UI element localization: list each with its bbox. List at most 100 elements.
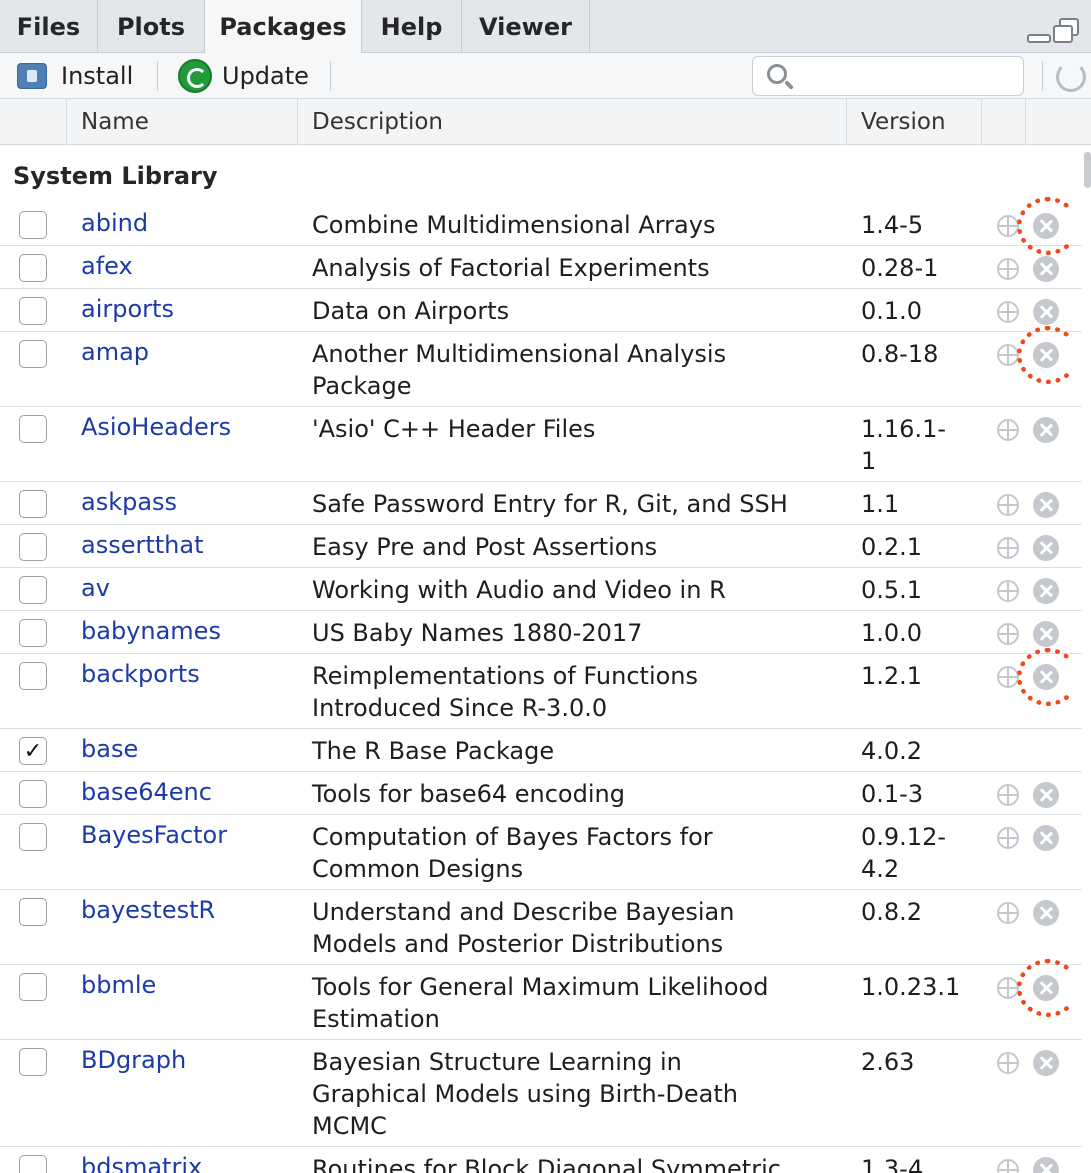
globe-icon[interactable] (997, 784, 1019, 806)
package-name-link[interactable]: bayestestR (81, 896, 215, 924)
remove-package-icon[interactable] (1033, 621, 1059, 647)
tab-files[interactable]: Files (0, 0, 98, 53)
package-version: 4.0.2 (861, 735, 981, 767)
tab-help[interactable]: Help (362, 0, 462, 53)
description-line: Easy Pre and Post Assertions (312, 533, 658, 561)
package-name-link[interactable]: BayesFactor (81, 821, 227, 849)
remove-package-icon[interactable] (1033, 256, 1059, 282)
highlight-annotation-circle (1017, 959, 1079, 1017)
description-line: Computation of Bayes Factors for (312, 823, 713, 851)
package-name-link[interactable]: abind (81, 209, 148, 237)
package-load-checkbox[interactable] (19, 533, 47, 561)
version-line: 0.1-3 (861, 780, 924, 808)
package-name-link[interactable]: babynames (81, 617, 221, 645)
remove-package-icon[interactable] (1033, 1157, 1059, 1173)
package-name-link[interactable]: bbmle (81, 971, 156, 999)
update-button[interactable]: Update (178, 53, 309, 99)
package-load-checkbox[interactable] (19, 1048, 47, 1076)
remove-package-icon[interactable] (1033, 299, 1059, 325)
globe-icon[interactable] (997, 537, 1019, 559)
globe-icon[interactable] (997, 977, 1019, 999)
tab-label: Files (16, 12, 81, 41)
package-name-link[interactable]: amap (81, 338, 149, 366)
remove-package-icon[interactable] (1033, 1050, 1059, 1076)
minimize-pane-icon[interactable] (1027, 34, 1051, 43)
version-line: 1.0.23.1 (861, 973, 961, 1001)
package-version: 1.16.1- 1 (861, 413, 981, 477)
remove-package-icon[interactable] (1033, 782, 1059, 808)
package-load-checkbox[interactable] (19, 823, 47, 851)
header-web-column (982, 99, 1026, 145)
package-load-checkbox[interactable]: ✓ (19, 737, 47, 765)
globe-icon[interactable] (997, 301, 1019, 323)
package-load-checkbox[interactable] (19, 211, 47, 239)
globe-icon[interactable] (997, 215, 1019, 237)
package-name-link[interactable]: BDgraph (81, 1046, 186, 1074)
description-line: Combine Multidimensional Arrays (312, 211, 716, 239)
package-load-checkbox[interactable] (19, 415, 47, 443)
package-name-link[interactable]: base (81, 735, 138, 763)
remove-package-icon[interactable] (1033, 900, 1059, 926)
remove-package-icon[interactable] (1033, 535, 1059, 561)
globe-icon[interactable] (997, 344, 1019, 366)
package-description: Bayesian Structure Learning in Graphical … (312, 1046, 832, 1142)
install-button[interactable]: Install (17, 53, 133, 99)
package-name-link[interactable]: airports (81, 295, 174, 323)
package-name-link[interactable]: base64enc (81, 778, 212, 806)
package-load-checkbox[interactable] (19, 662, 47, 690)
table-row: babynames US Baby Names 1880-2017 1.0.0 (0, 611, 1082, 654)
remove-package-icon[interactable] (1033, 417, 1059, 443)
tab-plots[interactable]: Plots (98, 0, 205, 53)
package-load-checkbox[interactable] (19, 898, 47, 926)
package-name-link[interactable]: AsioHeaders (81, 413, 231, 441)
package-name-link[interactable]: assertthat (81, 531, 204, 559)
package-load-checkbox[interactable] (19, 973, 47, 1001)
globe-icon[interactable] (997, 666, 1019, 688)
tab-viewer[interactable]: Viewer (462, 0, 590, 53)
package-load-checkbox[interactable] (19, 490, 47, 518)
package-load-checkbox[interactable] (19, 576, 47, 604)
header-version[interactable]: Version (847, 99, 982, 145)
remove-package-icon[interactable] (1033, 825, 1059, 851)
version-line: 4.2 (861, 855, 900, 883)
globe-icon[interactable] (997, 623, 1019, 645)
maximize-pane-icon[interactable] (1053, 18, 1081, 44)
package-name-link[interactable]: av (81, 574, 110, 602)
globe-icon[interactable] (997, 494, 1019, 516)
package-name-link[interactable]: askpass (81, 488, 177, 516)
remove-package-icon[interactable] (1033, 578, 1059, 604)
package-version: 2.63 (861, 1046, 981, 1078)
globe-icon[interactable] (997, 580, 1019, 602)
package-load-checkbox[interactable] (19, 340, 47, 368)
globe-icon[interactable] (997, 1159, 1019, 1173)
package-version: 0.1.0 (861, 295, 981, 327)
description-line: Graphical Models using Birth-Death (312, 1080, 738, 1108)
package-load-checkbox[interactable] (19, 254, 47, 282)
globe-icon[interactable] (997, 1052, 1019, 1074)
package-load-checkbox[interactable] (19, 780, 47, 808)
globe-icon[interactable] (997, 827, 1019, 849)
remove-package-icon[interactable] (1033, 492, 1059, 518)
header-description[interactable]: Description (298, 99, 847, 145)
package-name-link[interactable]: bdsmatrix (81, 1153, 202, 1173)
package-description: Routines for Block Diagonal SymmetricMat… (312, 1153, 832, 1173)
package-load-checkbox[interactable] (19, 297, 47, 325)
package-name-link[interactable]: backports (81, 660, 200, 688)
highlight-annotation-circle (1017, 648, 1079, 706)
description-line: Package (312, 372, 412, 400)
package-load-checkbox[interactable] (19, 619, 47, 647)
package-name-link[interactable]: afex (81, 252, 133, 280)
header-name[interactable]: Name (67, 99, 298, 145)
scrollbar-thumb[interactable] (1084, 152, 1091, 188)
search-input[interactable] (803, 59, 1013, 93)
description-line: Tools for General Maximum Likelihood (312, 973, 769, 1001)
globe-icon[interactable] (997, 902, 1019, 924)
package-load-checkbox[interactable] (19, 1155, 47, 1173)
tab-packages[interactable]: Packages (205, 0, 362, 54)
globe-icon[interactable] (997, 419, 1019, 441)
table-row: askpass Safe Password Entry for R, Git, a… (0, 482, 1082, 525)
table-row: AsioHeaders 'Asio' C++ Header Files 1.16.1… (0, 407, 1082, 482)
globe-icon[interactable] (997, 258, 1019, 280)
package-description: The R Base Package (312, 735, 832, 767)
refresh-icon[interactable] (1056, 62, 1086, 92)
